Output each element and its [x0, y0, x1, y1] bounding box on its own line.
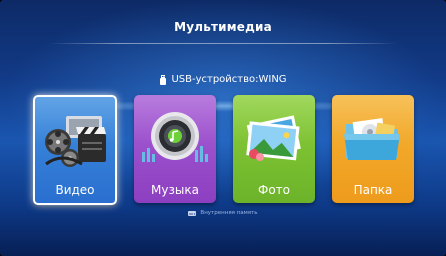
photo-tile[interactable]: Фото	[233, 95, 315, 203]
music-tile-label: Музыка	[151, 183, 199, 197]
photo-stack-icon	[246, 115, 301, 161]
folder-icon	[344, 118, 400, 160]
video-tile[interactable]: Видео	[33, 95, 117, 205]
multimedia-screen: Мультимедиа USB-устройство:WING Видео Му…	[0, 0, 446, 256]
device-source[interactable]: USB-устройство:WING	[0, 74, 446, 85]
page-title: Мультимедиа	[174, 20, 272, 34]
folder-tile[interactable]: Папка	[332, 95, 414, 203]
music-tile[interactable]: Музыка	[134, 95, 216, 203]
media-tiles: Видео Музыка Фото Папка	[33, 95, 414, 205]
device-label: USB-устройство:WING	[171, 74, 287, 85]
photo-tile-label: Фото	[257, 183, 290, 197]
video-tile-label: Видео	[55, 183, 95, 197]
storage-label: Внутренняя память	[200, 210, 258, 216]
hard-drive-icon	[188, 211, 197, 216]
speaker-equalizer-icon	[142, 112, 208, 162]
folder-tile-label: Папка	[353, 183, 393, 197]
film-reel-clapper-icon	[45, 116, 106, 167]
usb-drive-icon	[160, 74, 167, 85]
title-divider	[48, 43, 398, 44]
storage-source[interactable]: Внутренняя память	[0, 210, 446, 216]
